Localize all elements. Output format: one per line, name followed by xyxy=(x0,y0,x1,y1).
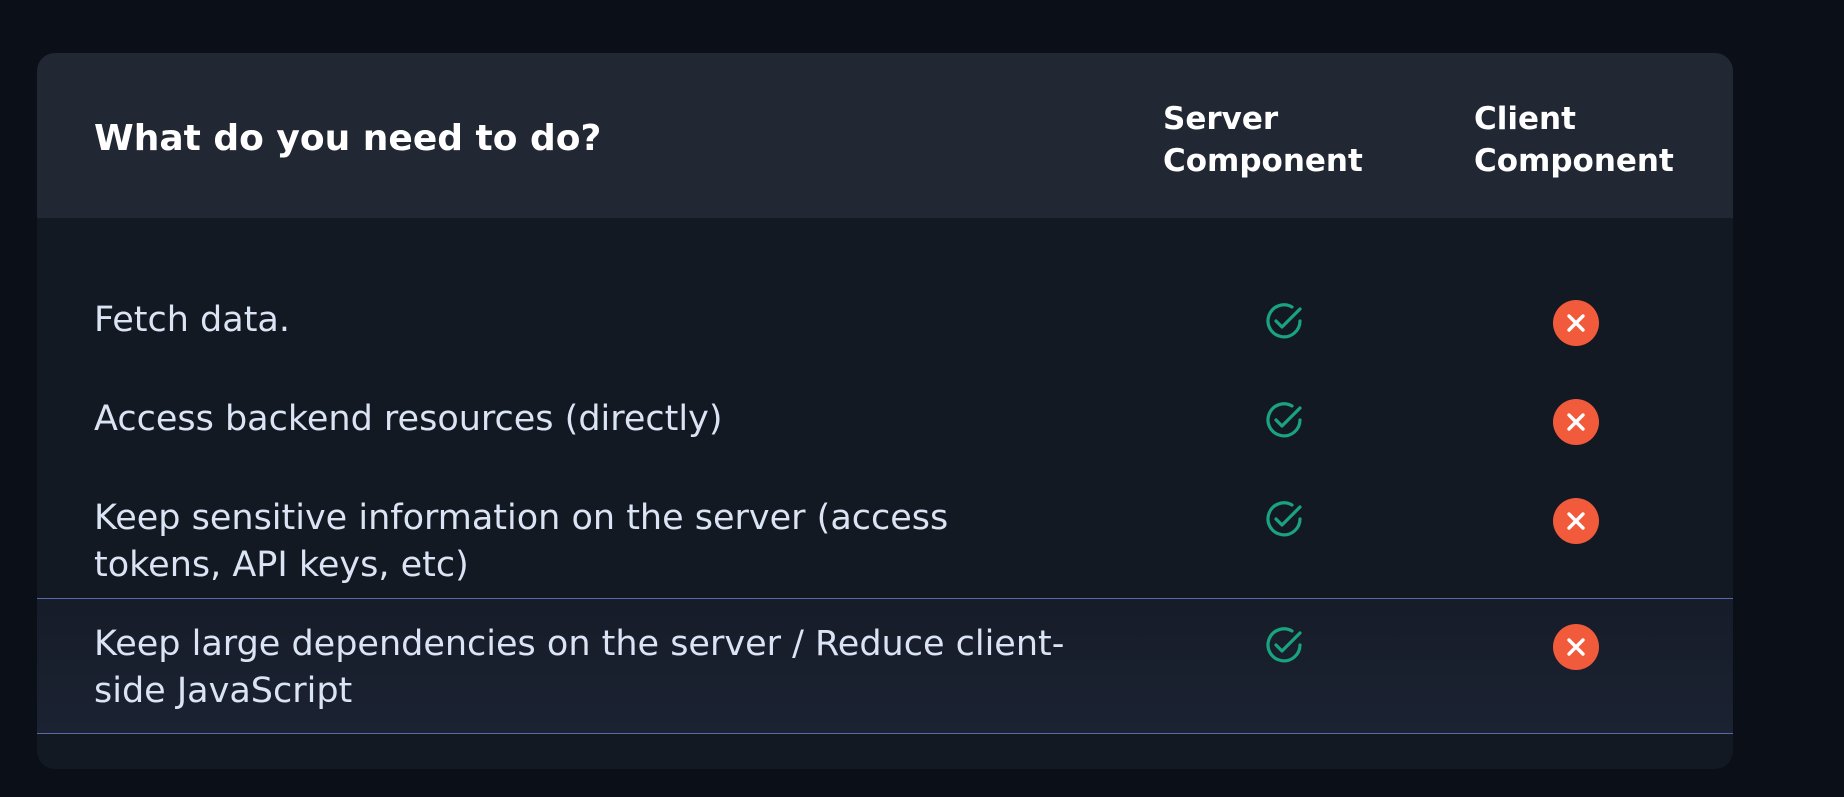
column-header-client: Client Component xyxy=(1474,101,1674,179)
x-circle-icon xyxy=(1553,399,1599,445)
table-header: What do you need to do? Server Component… xyxy=(37,53,1733,218)
table-row: Fetch data. xyxy=(37,297,1733,357)
check-circle-icon xyxy=(1263,624,1305,666)
row-label: Access backend resources (directly) xyxy=(94,399,723,439)
row-label: Fetch data. xyxy=(94,300,290,340)
table-row-highlighted: Keep large dependencies on the server / … xyxy=(37,598,1733,734)
x-circle-icon xyxy=(1553,300,1599,346)
check-circle-icon xyxy=(1263,300,1305,342)
column-header-server: Server Component xyxy=(1163,101,1363,179)
x-circle-icon xyxy=(1553,498,1599,544)
table-row: Keep sensitive information on the server… xyxy=(37,495,1733,605)
check-circle-icon xyxy=(1263,399,1305,441)
row-label: Keep sensitive information on the server… xyxy=(94,498,949,585)
table-row: Access backend resources (directly) xyxy=(37,396,1733,456)
check-circle-icon xyxy=(1263,498,1305,540)
x-circle-icon xyxy=(1553,624,1599,670)
comparison-card: What do you need to do? Server Component… xyxy=(37,53,1733,769)
header-question: What do you need to do? xyxy=(94,118,602,159)
row-label: Keep large dependencies on the server / … xyxy=(94,624,1065,711)
